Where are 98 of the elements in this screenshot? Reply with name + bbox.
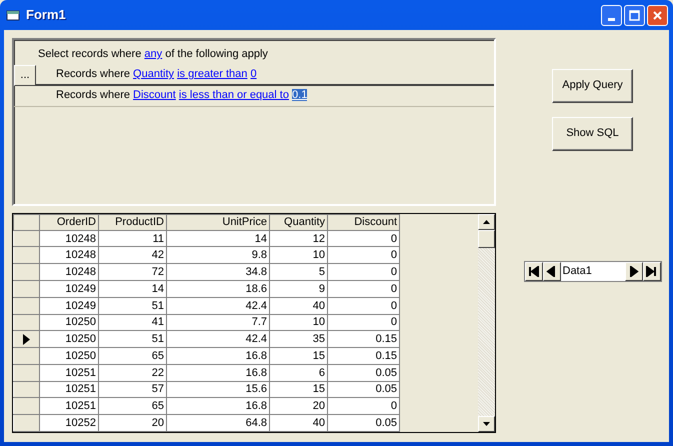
- table-cell: 0: [328, 297, 400, 314]
- table-cell: 10: [270, 314, 328, 331]
- table-cell: 0: [328, 246, 400, 264]
- value-link[interactable]: 0: [250, 68, 257, 80]
- command-button[interactable]: Show SQL: [552, 117, 633, 151]
- row-selector[interactable]: [14, 330, 40, 348]
- table-cell: 0: [328, 230, 400, 247]
- table-cell: 10251: [40, 381, 98, 398]
- table-cell: 10248: [40, 246, 98, 264]
- window-title: Form1: [26, 7, 66, 23]
- table-cell: 15.6: [166, 381, 270, 398]
- table-cell: 10249: [40, 297, 98, 314]
- table-cell: 20: [270, 398, 328, 415]
- operator-link[interactable]: is less than or equal to: [178, 89, 289, 102]
- table-cell: 34.8: [166, 264, 270, 281]
- scroll-down-icon[interactable]: [483, 422, 490, 426]
- column-header[interactable]: Discount: [328, 214, 400, 230]
- column-header[interactable]: ProductID: [98, 214, 166, 230]
- field-link[interactable]: Quantity: [133, 68, 174, 80]
- condition-sentence: Records where Quantity is greater than 0: [56, 68, 257, 82]
- condition-sentence: Records where Discount is less than or equal to 0.1: [56, 89, 308, 103]
- table-cell: 10250: [40, 348, 98, 364]
- table-cell: 0.05: [328, 364, 400, 382]
- first-record-icon[interactable]: [528, 266, 539, 277]
- table-cell: 11: [98, 230, 166, 247]
- table-cell: 15: [270, 381, 328, 398]
- scroll-up-icon[interactable]: [483, 220, 490, 224]
- maximize-icon: [629, 10, 640, 20]
- table-cell: 0: [328, 264, 400, 281]
- table-cell: 10248: [40, 264, 98, 281]
- current-row-icon: [23, 334, 30, 345]
- table-cell: 16.8: [166, 364, 270, 382]
- table-cell: 14: [98, 280, 166, 298]
- table-cell: 14: [166, 230, 270, 247]
- next-record-icon[interactable]: [628, 266, 639, 277]
- table-cell: 72: [98, 264, 166, 281]
- table-cell: 7.7: [166, 314, 270, 331]
- data-control[interactable]: Data1: [524, 261, 662, 282]
- scroll-thumb[interactable]: [478, 230, 495, 248]
- table-cell: 57: [98, 381, 166, 398]
- table-cell: 0.05: [328, 381, 400, 398]
- query-sentence: Select records where any of the following apply: [38, 48, 268, 62]
- table-cell: 9: [270, 280, 328, 298]
- table-cell: 10251: [40, 364, 98, 382]
- table-cell: 10252: [40, 414, 98, 432]
- column-header[interactable]: Quantity: [270, 214, 328, 230]
- table-cell: 64.8: [166, 414, 270, 432]
- maximize-button[interactable]: [624, 4, 645, 26]
- table-cell: 10: [270, 246, 328, 264]
- table-cell: 10250: [40, 314, 98, 331]
- table-cell: 35: [270, 330, 328, 348]
- table-cell: 0.15: [328, 330, 400, 348]
- scrollbar[interactable]: [478, 214, 495, 432]
- close-button[interactable]: [647, 4, 668, 26]
- table-cell: 6: [270, 364, 328, 382]
- table-cell: 0: [328, 398, 400, 415]
- command-button[interactable]: Apply Query: [552, 69, 633, 103]
- data-control-caption: Data1: [562, 264, 593, 278]
- value-link[interactable]: 0.1: [292, 89, 308, 102]
- match-link[interactable]: any: [144, 48, 162, 60]
- table-cell: 5: [270, 264, 328, 281]
- column-header[interactable]: OrderID: [40, 214, 98, 230]
- more-button[interactable]: ...: [14, 65, 36, 86]
- minimize-icon: [608, 18, 615, 20]
- table-cell: 10249: [40, 280, 98, 298]
- table-cell: 16.8: [166, 348, 270, 364]
- last-record-icon[interactable]: [646, 266, 657, 277]
- table-cell: 16.8: [166, 398, 270, 415]
- close-icon: [652, 10, 663, 20]
- column-header[interactable]: UnitPrice: [166, 214, 270, 230]
- table-cell: 10251: [40, 398, 98, 415]
- minimize-button[interactable]: [601, 4, 622, 26]
- table-cell: 51: [98, 330, 166, 348]
- table-cell: 22: [98, 364, 166, 382]
- table-cell: 42: [98, 246, 166, 264]
- table-cell: 10248: [40, 230, 98, 247]
- field-link[interactable]: Discount: [133, 89, 176, 102]
- table-cell: 42.4: [166, 297, 270, 314]
- table-cell: 15: [270, 348, 328, 364]
- table-cell: 12: [270, 230, 328, 247]
- table-cell: 0.05: [328, 414, 400, 432]
- table-cell: 41: [98, 314, 166, 331]
- table-cell: 0: [328, 314, 400, 331]
- table-cell: 65: [98, 348, 166, 364]
- table-cell: 42.4: [166, 330, 270, 348]
- table-cell: 0: [328, 280, 400, 298]
- previous-record-icon[interactable]: [546, 266, 557, 277]
- table-cell: 51: [98, 297, 166, 314]
- table-cell: 9.8: [166, 246, 270, 264]
- table-cell: 40: [270, 297, 328, 314]
- app-icon: [6, 9, 20, 21]
- table-cell: 40: [270, 414, 328, 432]
- table-cell: 10250: [40, 330, 98, 348]
- table-cell: 18.6: [166, 280, 270, 298]
- table-cell: 20: [98, 414, 166, 432]
- table-cell: 0.15: [328, 348, 400, 364]
- table-cell: 65: [98, 398, 166, 415]
- operator-link[interactable]: is greater than: [177, 68, 248, 80]
